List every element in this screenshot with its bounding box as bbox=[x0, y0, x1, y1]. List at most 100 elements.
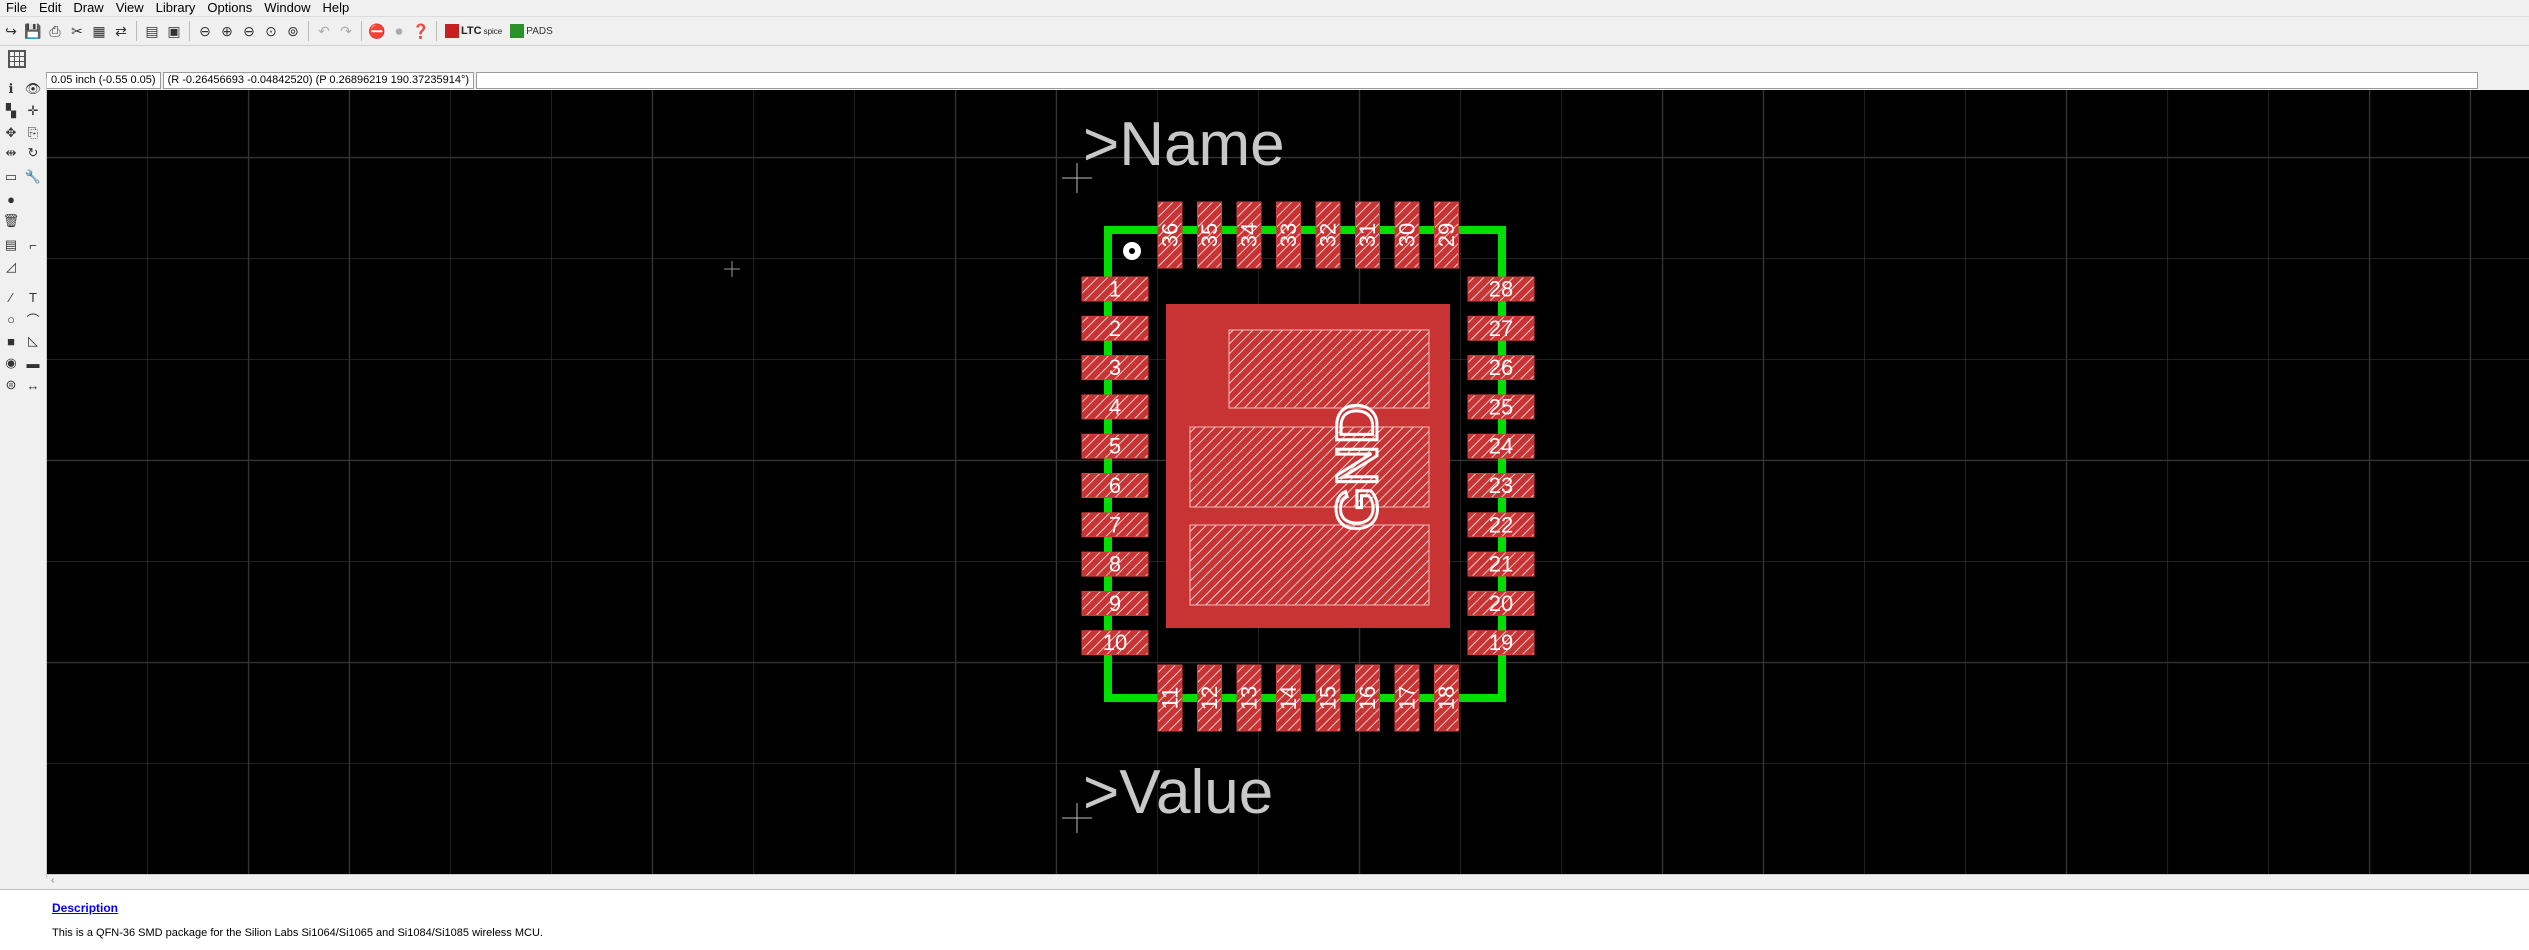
pad-number: 12 bbox=[1197, 686, 1222, 710]
pad-number: 22 bbox=[1489, 512, 1513, 537]
miter-icon[interactable]: ⌐ bbox=[24, 236, 42, 254]
pad-number: 13 bbox=[1237, 686, 1262, 710]
ltspice-label: LTC bbox=[461, 25, 482, 37]
mirror-icon[interactable]: ⇹ bbox=[2, 144, 20, 162]
name-placeholder[interactable]: >Name bbox=[1083, 110, 1285, 179]
text-icon[interactable]: T bbox=[24, 288, 42, 306]
script-icon[interactable]: ⇄ bbox=[110, 20, 132, 42]
horizontal-scrollbar[interactable]: ‹ bbox=[47, 874, 2529, 889]
help-icon[interactable]: ❓ bbox=[410, 20, 432, 42]
ltspice-button[interactable]: LTC spice bbox=[441, 20, 506, 42]
menu-file[interactable]: File bbox=[0, 0, 33, 16]
stop-icon[interactable]: ⛔ bbox=[366, 20, 388, 42]
toolbar-divider bbox=[361, 21, 362, 41]
dimension-icon[interactable]: ↔ bbox=[24, 376, 42, 394]
smd-icon[interactable]: ▬ bbox=[24, 354, 42, 372]
library-icon[interactable]: ▣ bbox=[163, 20, 185, 42]
grid-display: 0.05 inch (-0.55 0.05) bbox=[46, 71, 161, 89]
save-icon[interactable]: 💾 bbox=[22, 20, 44, 42]
menu-options[interactable]: Options bbox=[201, 0, 258, 16]
pad-number: 31 bbox=[1355, 223, 1380, 247]
pad-number: 1 bbox=[1109, 277, 1121, 302]
main-toolbar: ↪ 💾 ⎙ ✂ ▦ ⇄ ▤ ▣ ⊖ ⊕ ⊖ ⊙ ⊚ ↶ ↷ ⛔ ⏺ ❓ LTC … bbox=[0, 17, 2529, 46]
undo-icon[interactable]: ↶ bbox=[313, 20, 335, 42]
zoom-in-icon[interactable]: ⊕ bbox=[216, 20, 238, 42]
toolbar-divider bbox=[189, 21, 190, 41]
pad-number: 2 bbox=[1109, 316, 1121, 341]
pad-number: 17 bbox=[1395, 686, 1420, 710]
toolbar-divider bbox=[308, 21, 309, 41]
menu-help[interactable]: Help bbox=[316, 0, 355, 16]
grid-icon[interactable] bbox=[8, 50, 26, 68]
redo-icon[interactable]: ↷ bbox=[335, 20, 357, 42]
pad-number: 30 bbox=[1395, 223, 1420, 247]
split-icon[interactable]: ◿ bbox=[2, 258, 20, 276]
delete-icon[interactable]: 🗑 bbox=[2, 212, 20, 230]
circle-icon[interactable]: ○ bbox=[2, 310, 20, 328]
zoom-select-icon[interactable]: ⊚ bbox=[282, 20, 304, 42]
menu-library[interactable]: Library bbox=[150, 0, 202, 16]
pad-number: 36 bbox=[1158, 223, 1183, 247]
pad-number: 35 bbox=[1197, 223, 1222, 247]
rotate-icon[interactable]: ↻ bbox=[24, 144, 42, 162]
paste-window-top bbox=[1228, 329, 1430, 409]
pad-number: 25 bbox=[1489, 394, 1513, 419]
pad-number: 10 bbox=[1103, 630, 1127, 655]
go-icon[interactable]: ⏺ bbox=[388, 20, 410, 42]
pad-number: 6 bbox=[1109, 473, 1121, 498]
polygon-icon[interactable]: ◺ bbox=[24, 332, 42, 350]
group-icon[interactable]: ▭ bbox=[2, 168, 20, 186]
display-layers-icon[interactable]: ▚ bbox=[2, 102, 20, 120]
copy-icon[interactable]: ⎘ bbox=[24, 124, 42, 142]
pad-number: 24 bbox=[1489, 434, 1513, 459]
ltspice-logo-icon bbox=[445, 24, 459, 38]
change-icon[interactable]: 🔧 bbox=[24, 168, 42, 186]
left-pads: 1 2 3 4 5 6 7 8 9 10 bbox=[1081, 276, 1149, 656]
pad-number: 29 bbox=[1434, 223, 1459, 247]
rect-icon[interactable]: ■ bbox=[2, 332, 20, 350]
pad-number: 21 bbox=[1489, 552, 1513, 577]
pad-number: 15 bbox=[1316, 686, 1341, 710]
mark-icon[interactable]: ✛ bbox=[24, 102, 42, 120]
pin1-marker-dot bbox=[1129, 248, 1135, 254]
menu-view[interactable]: View bbox=[110, 0, 150, 16]
info-icon[interactable]: ℹ bbox=[2, 80, 20, 98]
layout-canvas[interactable]: >Name >Value GND 1 2 3 4 5 6 7 8 9 10 28 27 26 25 24 2… bbox=[47, 90, 2529, 874]
ulp-icon[interactable]: ▤ bbox=[141, 20, 163, 42]
pad-number: 23 bbox=[1489, 473, 1513, 498]
value-placeholder[interactable]: >Value bbox=[1083, 758, 1273, 827]
pad-number: 9 bbox=[1109, 591, 1121, 616]
menu-edit[interactable]: Edit bbox=[33, 0, 67, 16]
pads-button[interactable]: PADS bbox=[506, 20, 557, 42]
line-icon[interactable]: ⁄ bbox=[2, 288, 20, 306]
command-line-input[interactable] bbox=[476, 71, 2479, 89]
arc-icon[interactable]: ⌒ bbox=[24, 310, 42, 328]
cam-icon[interactable]: ✂ bbox=[66, 20, 88, 42]
open-icon[interactable]: ↪ bbox=[0, 20, 22, 42]
show-icon[interactable]: 👁 bbox=[24, 80, 42, 98]
move-icon[interactable]: ✥ bbox=[2, 124, 20, 142]
zoom-out-icon[interactable]: ⊖ bbox=[238, 20, 260, 42]
cursor-crosshair bbox=[724, 261, 740, 277]
description-text: This is a QFN-36 SMD package for the Sil… bbox=[52, 927, 543, 939]
hole-icon[interactable]: ⊜ bbox=[2, 376, 20, 394]
zoom-fit-icon[interactable]: ⊖ bbox=[194, 20, 216, 42]
board-icon[interactable]: ▦ bbox=[88, 20, 110, 42]
pad-number: 26 bbox=[1489, 355, 1513, 380]
scroll-left-icon[interactable]: ‹ bbox=[51, 875, 54, 886]
description-link[interactable]: Description bbox=[52, 901, 118, 915]
print-icon[interactable]: ⎙ bbox=[44, 20, 66, 42]
pad-number: 4 bbox=[1109, 394, 1121, 419]
menu-window[interactable]: Window bbox=[258, 0, 316, 16]
menu-draw[interactable]: Draw bbox=[67, 0, 109, 16]
name-icon[interactable]: ▤ bbox=[2, 236, 20, 254]
paste-icon[interactable]: ● bbox=[2, 190, 20, 208]
pad-number: 8 bbox=[1109, 552, 1121, 577]
toolbar-divider bbox=[436, 21, 437, 41]
pad-number: 32 bbox=[1316, 223, 1341, 247]
parameter-toolbar bbox=[0, 46, 2529, 70]
menu-bar: File Edit Draw View Library Options Wind… bbox=[0, 0, 2529, 17]
zoom-redraw-icon[interactable]: ⊙ bbox=[260, 20, 282, 42]
pad-icon[interactable]: ◉ bbox=[2, 354, 20, 372]
footprint-drawing: >Name >Value GND 12345678910 28272625242… bbox=[724, 110, 1535, 833]
